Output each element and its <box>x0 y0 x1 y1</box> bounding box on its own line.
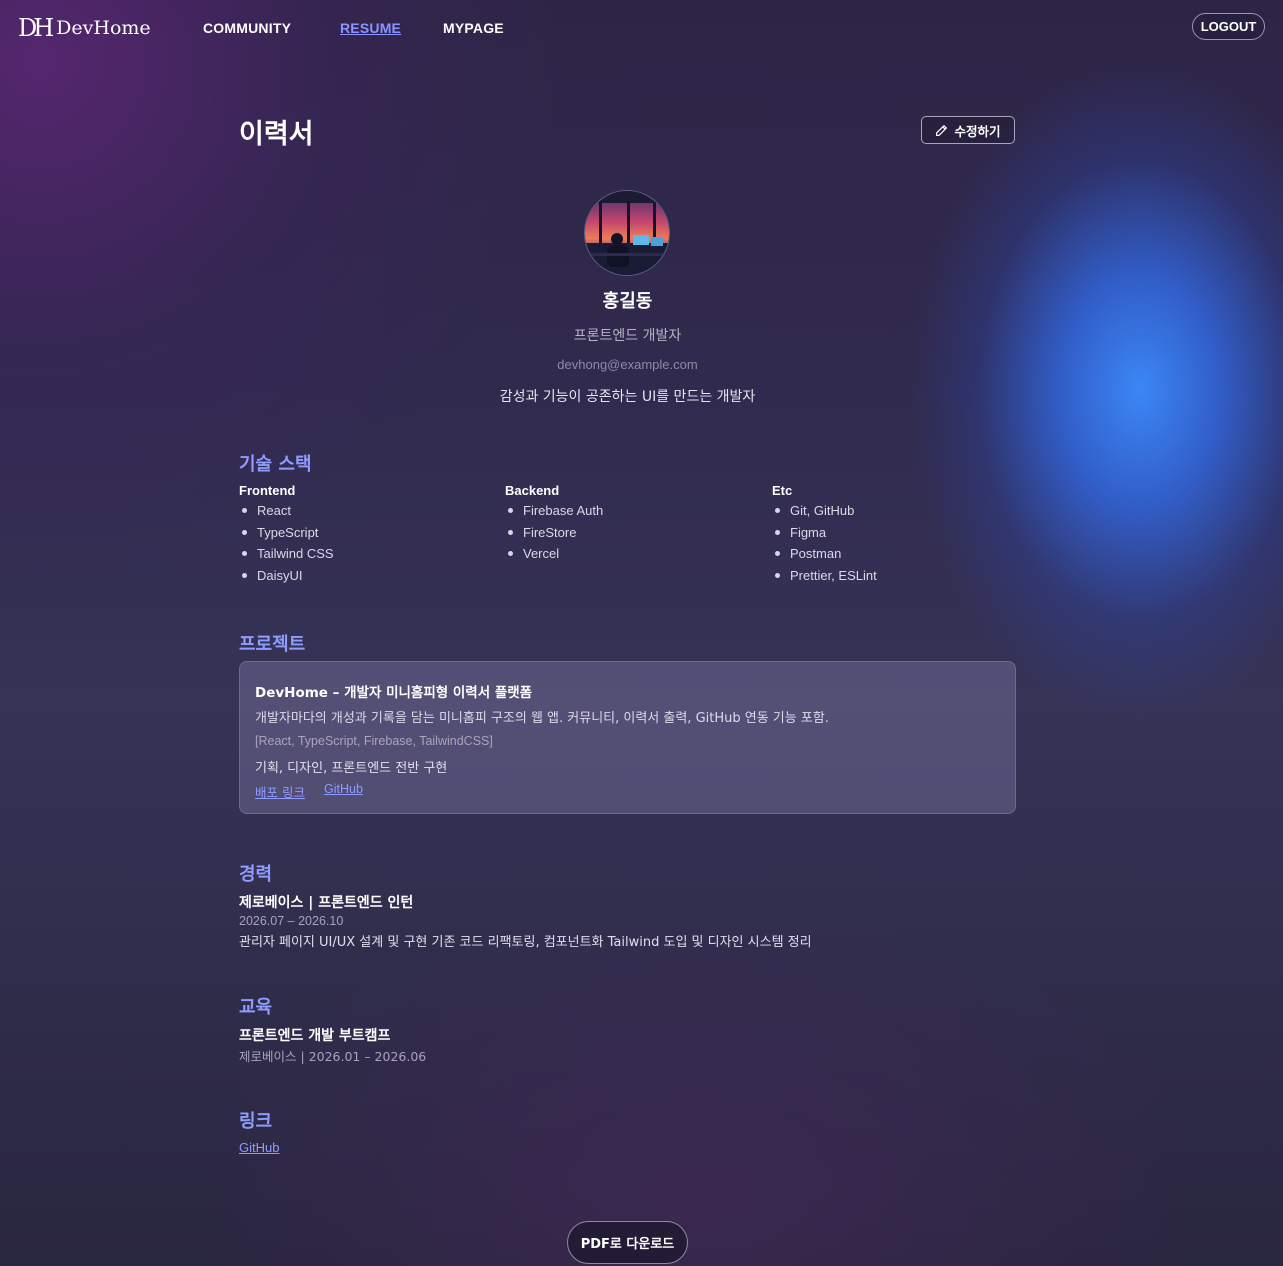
education-section-title: 교육 <box>239 997 273 1018</box>
skill-item: Tailwind CSS <box>239 546 334 568</box>
profile-email: devhong@example.com <box>557 357 698 372</box>
career-description: 관리자 페이지 UI/UX 설계 및 구현 기존 코드 리팩토링, 컴포넌트화 … <box>239 935 812 950</box>
logo-text: DevHome <box>56 17 151 39</box>
links-section-title: 링크 <box>239 1111 273 1132</box>
edit-button-label: 수정하기 <box>954 123 1001 139</box>
top-navbar: DH DevHome COMMUNITY RESUME MYPAGE LOGOU… <box>0 0 1283 56</box>
skill-item: Vercel <box>505 546 603 568</box>
skill-item: React <box>239 503 334 525</box>
github-link[interactable]: GitHub <box>239 1140 279 1155</box>
skill-item: Postman <box>772 546 877 568</box>
skill-column-title: Backend <box>505 483 560 498</box>
pencil-icon <box>936 124 948 136</box>
projects-section-title: 프로젝트 <box>239 634 306 655</box>
skill-item: TypeScript <box>239 525 334 547</box>
skill-item: Git, GitHub <box>772 503 877 525</box>
skill-item: Firebase Auth <box>505 503 603 525</box>
skills-section-title: 기술 스택 <box>239 454 312 475</box>
page-title: 이력서 <box>239 119 314 150</box>
logo-mark-icon: DH <box>18 14 54 42</box>
skill-column-backend: Backend Firebase Auth FireStore Vercel <box>505 483 603 568</box>
skill-item: Figma <box>772 525 877 547</box>
career-period: 2026.07 – 2026.10 <box>239 914 344 928</box>
skill-column-title: Frontend <box>239 483 296 498</box>
logout-button[interactable]: LOGOUT <box>1192 13 1265 40</box>
skill-column-title: Etc <box>772 483 793 498</box>
career-section-title: 경력 <box>239 864 273 885</box>
skill-item: FireStore <box>505 525 603 547</box>
education-title: 프론트엔드 개발 부트캠프 <box>239 1028 391 1044</box>
project-card: DevHome – 개발자 미니홈피형 이력서 플랫폼 개발자마다의 개성과 기… <box>239 661 1016 814</box>
skill-column-etc: Etc Git, GitHub Figma Postman Prettier, … <box>772 483 877 590</box>
avatar <box>584 190 670 276</box>
education-sub: 제로베이스 | 2026.01 – 2026.06 <box>239 1049 427 1064</box>
nav-resume[interactable]: RESUME <box>340 20 401 36</box>
pdf-download-button[interactable]: PDF로 다운로드 <box>567 1221 688 1264</box>
project-tech-stack: [React, TypeScript, Firebase, TailwindCS… <box>255 734 493 748</box>
project-title: DevHome – 개발자 미니홈피형 이력서 플랫폼 <box>255 685 533 701</box>
profile-intro: 감성과 기능이 공존하는 UI를 만드는 개발자 <box>499 389 756 405</box>
nav-mypage[interactable]: MYPAGE <box>443 20 504 36</box>
nav-community[interactable]: COMMUNITY <box>203 20 291 36</box>
profile-name: 홍길동 <box>602 291 653 312</box>
project-role: 기획, 디자인, 프론트엔드 전반 구현 <box>255 761 448 776</box>
career-title: 제로베이스 | 프론트엔드 인턴 <box>239 895 414 911</box>
skill-column-frontend: Frontend React TypeScript Tailwind CSS D… <box>239 483 334 590</box>
project-deploy-link[interactable]: 배포 링크 <box>255 782 305 801</box>
edit-button[interactable]: 수정하기 <box>921 116 1015 144</box>
project-github-link[interactable]: GitHub <box>324 782 363 796</box>
project-description: 개발자마다의 개성과 기록을 담는 미니홈피 구조의 웹 앱. 커뮤니티, 이력… <box>255 711 829 726</box>
skill-item: Prettier, ESLint <box>772 568 877 590</box>
devhome-logo[interactable]: DH DevHome <box>18 13 151 43</box>
profile-role: 프론트엔드 개발자 <box>573 328 682 344</box>
skill-item: DaisyUI <box>239 568 334 590</box>
